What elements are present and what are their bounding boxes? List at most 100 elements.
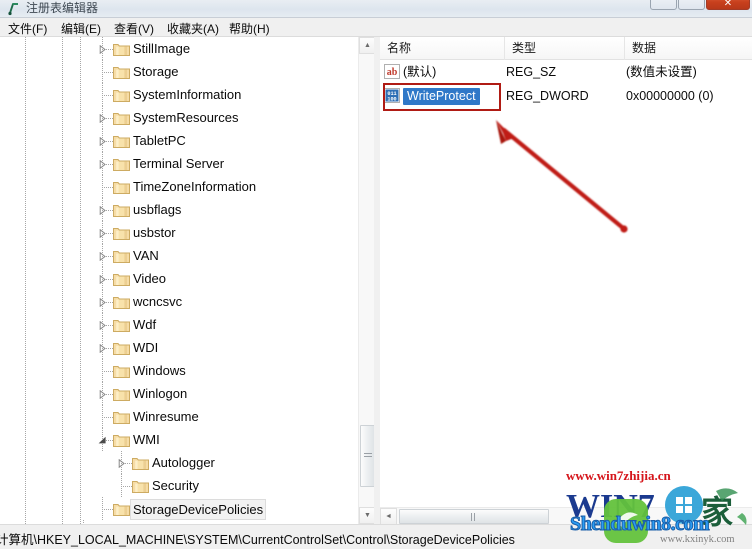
expand-triangle-icon[interactable] xyxy=(98,252,107,261)
tree-item-label: Security xyxy=(152,478,199,493)
registry-values-pane[interactable]: 名称 类型 数据 ab (默认) REG_SZ (数值未设置) 011 100 WriteP… xyxy=(380,37,752,524)
current-key-path: 计算机\HKEY_LOCAL_MACHINE\SYSTEM\CurrentCon… xyxy=(0,533,515,547)
tree-item-label: Storage xyxy=(133,64,179,79)
title-bar[interactable]: 注册表编辑器 xyxy=(0,0,752,18)
folder-icon xyxy=(113,364,130,378)
close-button[interactable] xyxy=(706,0,750,10)
minimize-button[interactable] xyxy=(650,0,677,10)
tree-item-wdf[interactable]: Wdf xyxy=(0,313,360,337)
expand-triangle-icon[interactable] xyxy=(98,275,107,284)
tree-item-label: StillImage xyxy=(133,41,191,56)
expand-triangle-icon[interactable] xyxy=(98,137,107,146)
chevron-up-icon: ▲ xyxy=(364,42,371,49)
tree-item-label: StorageDevicePolicies xyxy=(130,499,267,520)
values-horizontal-scrollbar[interactable]: ◄ xyxy=(380,507,752,524)
tree-item-systemresources[interactable]: SystemResources xyxy=(0,106,360,130)
split-panes: StillImage Storage SystemInformation System… xyxy=(0,37,752,524)
scroll-down-button[interactable]: ▼ xyxy=(359,507,374,524)
registry-key-tree-pane[interactable]: StillImage Storage SystemInformation System… xyxy=(0,37,375,524)
menu-favorites[interactable]: 收藏夹(A) xyxy=(165,20,221,37)
collapse-triangle-icon[interactable] xyxy=(98,436,107,445)
menu-edit[interactable]: 编辑(E) xyxy=(59,20,103,37)
folder-icon xyxy=(113,272,130,286)
expand-triangle-icon[interactable] xyxy=(98,229,107,238)
folder-icon xyxy=(132,456,149,470)
tree-item-tabletpc[interactable]: TabletPC xyxy=(0,129,360,153)
folder-icon xyxy=(113,295,130,309)
tree-item-label: WDI xyxy=(133,340,159,355)
folder-icon xyxy=(113,249,130,263)
menu-view[interactable]: 查看(V) xyxy=(112,20,156,37)
column-header-name[interactable]: 名称 xyxy=(380,37,505,60)
expand-triangle-icon[interactable] xyxy=(98,206,107,215)
column-header-type[interactable]: 类型 xyxy=(505,37,625,60)
svg-text:ab: ab xyxy=(387,67,398,78)
scrollbar-thumb[interactable] xyxy=(360,425,374,487)
value-row[interactable]: ab (默认) REG_SZ (数值未设置) xyxy=(380,60,752,84)
tree-item-security[interactable]: Security xyxy=(0,474,360,498)
expand-triangle-icon[interactable] xyxy=(98,114,107,123)
registry-editor-window: 注册表编辑器 文件(F) 编辑(E) 查看(V) 收藏夹(A) 帮助(H) St… xyxy=(0,0,752,549)
tree-item-van[interactable]: VAN xyxy=(0,244,360,268)
tree-item-label: SystemResources xyxy=(133,110,239,125)
expand-triangle-icon[interactable] xyxy=(98,344,107,353)
expand-triangle-icon[interactable] xyxy=(117,459,126,468)
tree-item-autologger[interactable]: Autologger xyxy=(0,451,360,475)
dword-value-icon: 011 100 xyxy=(384,88,400,103)
folder-icon xyxy=(113,88,130,102)
scrollbar-thumb[interactable] xyxy=(399,509,549,524)
tree-item-systeminformation[interactable]: SystemInformation xyxy=(0,83,360,107)
tree-item-wdi[interactable]: WDI xyxy=(0,336,360,360)
value-data-cell: 0x00000000 (0) xyxy=(626,89,714,103)
expand-triangle-icon[interactable] xyxy=(98,390,107,399)
tree-item-winresume[interactable]: Winresume xyxy=(0,405,360,429)
scroll-left-button[interactable]: ◄ xyxy=(380,508,397,524)
expand-triangle-icon[interactable] xyxy=(98,321,107,330)
folder-icon xyxy=(113,433,130,447)
folder-icon xyxy=(113,42,130,56)
tree-item-label: usbstor xyxy=(133,225,176,240)
menu-file[interactable]: 文件(F) xyxy=(6,20,49,37)
tree-item-label: Winlogon xyxy=(133,386,188,401)
tree-item-wcncsvc[interactable]: wcncsvc xyxy=(0,290,360,314)
maximize-button[interactable] xyxy=(678,0,705,10)
folder-icon xyxy=(113,203,130,217)
expand-triangle-icon[interactable] xyxy=(98,45,107,54)
tree-item-label: wcncsvc xyxy=(133,294,183,309)
registry-editor-icon xyxy=(6,1,21,16)
tree-item-label: Autologger xyxy=(152,455,215,470)
tree-item-usbstor[interactable]: usbstor xyxy=(0,221,360,245)
value-row[interactable]: 011 100 WriteProtect REG_DWORD 0x00000000 (0… xyxy=(380,84,752,108)
tree-item-label: VAN xyxy=(133,248,159,263)
folder-icon xyxy=(113,502,130,516)
column-header-data[interactable]: 数据 xyxy=(625,37,752,60)
window-controls xyxy=(650,0,750,10)
expand-triangle-icon[interactable] xyxy=(98,298,107,307)
folder-icon xyxy=(132,479,149,493)
scroll-up-button[interactable]: ▲ xyxy=(359,37,374,54)
grip-icon xyxy=(363,453,372,459)
tree-item-terminal-server[interactable]: Terminal Server xyxy=(0,152,360,176)
svg-text:100: 100 xyxy=(387,97,396,103)
expand-triangle-icon[interactable] xyxy=(98,160,107,169)
tree-item-windows[interactable]: Windows xyxy=(0,359,360,383)
tree-item-label: Video xyxy=(133,271,167,286)
folder-icon xyxy=(113,111,130,125)
tree-item-storage[interactable]: Storage xyxy=(0,60,360,84)
value-name-cell: (默认) xyxy=(403,65,437,79)
tree-item-usbflags[interactable]: usbflags xyxy=(0,198,360,222)
tree-item-label: Winresume xyxy=(133,409,199,424)
tree-item-storagedevicepolicies[interactable]: StorageDevicePolicies xyxy=(0,497,360,521)
window-title: 注册表编辑器 xyxy=(26,1,99,15)
tree-item-stillimage[interactable]: StillImage xyxy=(0,37,360,61)
tree-root: StillImage Storage SystemInformation System… xyxy=(0,37,360,524)
folder-icon xyxy=(113,318,130,332)
menu-help[interactable]: 帮助(H) xyxy=(227,20,272,37)
tree-item-timezoneinformation[interactable]: TimeZoneInformation xyxy=(0,175,360,199)
grip-icon xyxy=(471,512,477,521)
tree-item-wmi[interactable]: WMI xyxy=(0,428,360,452)
tree-item-video[interactable]: Video xyxy=(0,267,360,291)
tree-vertical-scrollbar[interactable]: ▲ ▼ xyxy=(358,37,374,524)
folder-icon xyxy=(113,65,130,79)
tree-item-winlogon[interactable]: Winlogon xyxy=(0,382,360,406)
